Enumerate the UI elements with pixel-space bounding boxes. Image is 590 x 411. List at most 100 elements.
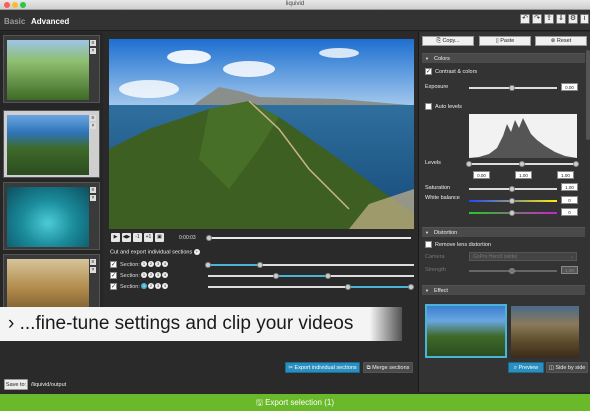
effect-section-header[interactable]: Effect [422,285,585,296]
section-end-handle[interactable] [257,262,263,268]
section-number[interactable]: 2 [148,283,154,289]
clip-menu-icon[interactable]: ≡ [90,115,96,121]
levels-black-value[interactable]: 0.00 [473,171,490,179]
export-individual-sections-button[interactable]: ✂ Export individual sections [285,362,360,373]
info-icon[interactable]: i [580,14,589,24]
clip-remove-icon[interactable]: × [90,48,96,54]
share-icon[interactable]: ⇪ [544,14,554,24]
section-number[interactable]: 1 [141,283,147,289]
paste-button[interactable]: ▯ Paste [479,36,531,46]
clip-thumbnail[interactable]: ≡ × [3,182,100,250]
copy-button[interactable]: ⎘ Copy... [422,36,474,46]
section-number[interactable]: 1 [141,272,147,278]
export-selection-button[interactable]: 🖫 Export selection (1) [0,394,590,411]
clip-remove-icon[interactable]: × [90,195,96,201]
section-checkbox[interactable]: ✓ [110,272,117,279]
clip-remove-icon[interactable]: × [90,267,96,273]
play-icon[interactable]: ▶ [111,233,120,242]
levels-white-value[interactable]: 1.00 [557,171,574,179]
video-preview[interactable] [109,39,414,229]
strength-slider[interactable] [469,268,557,274]
import-icon[interactable]: ⇓ [556,14,566,24]
clip-remove-icon[interactable]: × [90,123,96,129]
section-number[interactable]: 2 [148,261,154,267]
levels-white-handle[interactable] [573,161,579,167]
saturation-value[interactable]: 1.00 [561,183,578,191]
remove-distortion-label: Remove lens distortion [435,242,491,248]
preview-button[interactable]: ⌕ Preview [508,362,544,373]
levels-black-handle[interactable] [466,161,472,167]
levels-slider[interactable] [466,161,579,167]
camera-select[interactable]: GoPro Hero3 (wide) ⌄ [469,252,577,261]
section-number[interactable]: 3 [155,261,161,267]
section-start-handle[interactable] [205,262,211,268]
plus-one-button[interactable]: +1 [144,233,153,242]
strength-value[interactable]: 1.00 [561,266,578,274]
white-balance-label: White balance [425,195,460,201]
section-number[interactable]: 4 [162,283,168,289]
tint-handle[interactable] [509,210,515,216]
reset-button[interactable]: ⊗ Reset [535,36,587,46]
clip-menu-icon[interactable]: ≡ [90,187,96,193]
undo-icon[interactable]: ↶ [520,14,530,24]
frame-step-icon[interactable]: ◀▶ [122,233,131,242]
settings-icon[interactable]: ⚙ [568,14,578,24]
clip-thumbnail[interactable]: ≡ × [3,35,100,103]
effect-preview-filtered[interactable] [511,306,579,358]
temperature-handle[interactable] [509,198,515,204]
distortion-section-header[interactable]: Distortion [422,227,585,238]
scrubber-handle[interactable] [206,235,212,241]
section-checkbox[interactable]: ✓ [110,261,117,268]
tab-basic[interactable]: Basic [4,17,25,26]
strength-handle[interactable] [509,268,515,274]
add-section-icon[interactable]: + [193,249,200,255]
save-icon: 🖫 [256,398,266,407]
panel-scrollbar[interactable] [586,50,590,140]
levels-mid-value[interactable]: 1.00 [515,171,532,179]
clip-thumbnail-selected[interactable]: ≡ × [3,110,100,178]
section-range-track[interactable] [208,273,414,279]
clip-menu-icon[interactable]: ≡ [90,40,96,46]
minus-one-button[interactable]: -1 [133,233,142,242]
section-start-handle[interactable] [345,284,351,290]
section-number[interactable]: 4 [162,261,168,267]
section-row: ✓ Section: 1 2 3 4 [110,260,415,269]
strength-label: Strength [425,267,446,273]
section-number[interactable]: 2 [148,272,154,278]
exposure-slider[interactable] [469,85,557,91]
clip-menu-icon[interactable]: ≡ [90,259,96,265]
saturation-handle[interactable] [509,186,515,192]
section-number[interactable]: 3 [155,272,161,278]
exposure-value[interactable]: 0.00 [561,83,578,91]
temperature-value[interactable]: 0 [561,196,578,204]
saturation-slider[interactable] [469,186,557,192]
section-range-track[interactable] [208,284,414,290]
section-start-handle[interactable] [273,273,279,279]
exposure-handle[interactable] [509,85,515,91]
auto-levels-checkbox[interactable] [425,103,432,110]
remove-distortion-checkbox[interactable] [425,241,432,248]
timeline-scrubber[interactable] [206,235,411,241]
section-number[interactable]: 4 [162,272,168,278]
side-by-side-button[interactable]: ◫ Side by side [546,362,588,373]
section-number[interactable]: 1 [141,261,147,267]
section-number[interactable]: 3 [155,283,161,289]
section-range-track[interactable] [205,262,414,268]
contrast-checkbox[interactable]: ✓ [425,68,432,75]
redo-icon[interactable]: ↷ [532,14,542,24]
clip-image [7,40,89,100]
save-to-button[interactable]: Save to: [4,379,28,390]
section-end-handle[interactable] [325,273,331,279]
colors-section-header[interactable]: Colors [422,53,585,64]
save-path: /liquivid/output [31,382,67,388]
tint-value[interactable]: 0 [561,208,578,216]
tint-slider[interactable] [469,210,557,216]
merge-sections-button[interactable]: ⧉ Merge sections [363,362,413,373]
levels-mid-handle[interactable] [519,161,525,167]
tab-advanced[interactable]: Advanced [31,17,69,26]
temperature-slider[interactable] [469,198,557,204]
section-end-handle[interactable] [408,284,414,290]
effect-preview-original[interactable] [425,304,507,358]
snapshot-icon[interactable]: ▣ [155,233,164,242]
section-checkbox[interactable]: ✓ [110,283,117,290]
